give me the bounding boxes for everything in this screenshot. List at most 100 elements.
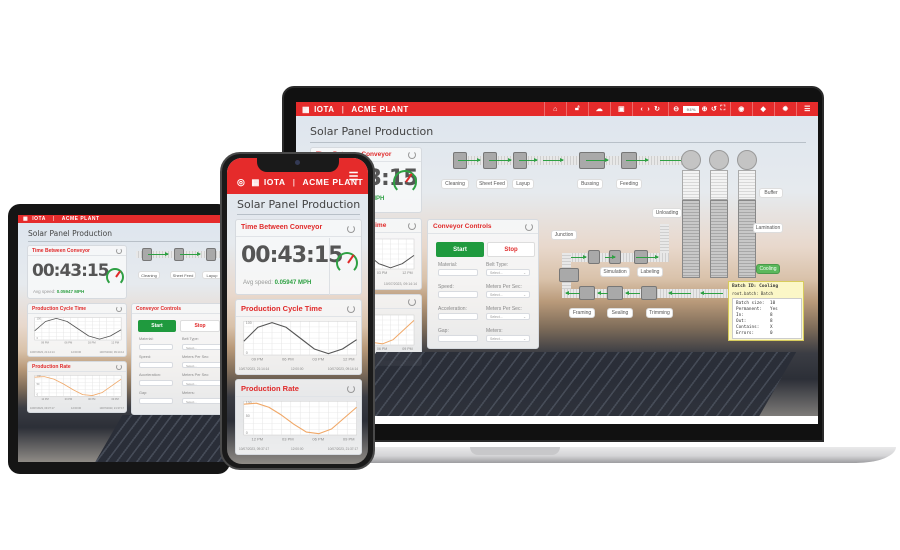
- x-tick-label: 06 PM: [65, 341, 74, 345]
- sealing-machine[interactable]: [607, 286, 623, 300]
- stop-button[interactable]: Stop: [180, 320, 220, 332]
- refresh-icon[interactable]: [408, 298, 416, 306]
- chart-svg: 05010012 PM03 PM06 PM09 PM: [34, 375, 122, 401]
- undo-icon[interactable]: ↺: [711, 105, 717, 113]
- station-label-junction: Junction: [551, 230, 577, 240]
- y-tick-label: 0: [246, 431, 248, 435]
- x-tick-label: 09 PM: [402, 347, 412, 351]
- x-tick-label: 03 PM: [312, 356, 324, 361]
- refresh-icon[interactable]: [347, 225, 355, 233]
- forward-icon[interactable]: ›: [647, 106, 650, 113]
- x-tick-label: 12 PM: [251, 436, 263, 441]
- cycle-chart: 010009 PM06 PM03 PM12 PM: [31, 316, 123, 346]
- x-tick-label: 03 PM: [282, 436, 294, 441]
- station-label-cleaning: Cleaning: [441, 179, 469, 189]
- lamination-tower[interactable]: [682, 200, 700, 278]
- home-icon[interactable]: ⌂: [544, 102, 566, 116]
- x-tick-label: 09 PM: [343, 436, 355, 441]
- material-input[interactable]: [438, 269, 478, 276]
- junction-machine[interactable]: [588, 250, 600, 264]
- gem-icon[interactable]: ◆: [752, 102, 774, 116]
- trimming-machine[interactable]: [641, 286, 657, 300]
- speed-unit-select[interactable]: Select... ⌄: [486, 291, 530, 298]
- roller: [737, 150, 757, 170]
- reload-icon[interactable]: ↻: [654, 105, 660, 113]
- back-icon[interactable]: ‹: [640, 106, 643, 113]
- conveyor-controls-card: Conveyor Controls Start Stop Material: B…: [131, 303, 224, 415]
- menu-icon[interactable]: ☰: [796, 102, 818, 116]
- belt-type-select[interactable]: Select... ⌄: [486, 269, 530, 276]
- acceleration-unit-select[interactable]: Select...: [182, 380, 222, 386]
- belt-type-select[interactable]: Select...: [182, 344, 222, 350]
- layers-icon[interactable]: ◉: [730, 102, 752, 116]
- batch-tooltip: Batch ID: Cooling root.batch: Batch Batc…: [728, 281, 804, 341]
- gap-unit-select[interactable]: Select... ⌄: [486, 335, 530, 342]
- refresh-icon[interactable]: [408, 222, 416, 230]
- lamination-tower[interactable]: [710, 200, 728, 278]
- start-button[interactable]: Start: [138, 320, 176, 332]
- start-button[interactable]: Start: [436, 242, 484, 257]
- station-label-sheet-feed: Sheet Feed: [170, 271, 196, 279]
- y-tick-label: 100: [37, 317, 42, 320]
- gap-unit-select[interactable]: Select...: [182, 398, 222, 404]
- station-label-sealing: Sealing: [607, 308, 633, 318]
- speed-unit-select[interactable]: Select...: [182, 362, 222, 368]
- refresh-icon[interactable]: [347, 385, 355, 393]
- x-tick-label: 06 PM: [377, 347, 387, 351]
- acceleration-input[interactable]: [438, 313, 478, 320]
- gap-input[interactable]: [139, 398, 173, 404]
- save-icon[interactable]: ▣: [610, 102, 632, 116]
- x-tick-label: 12 PM: [111, 341, 120, 345]
- speed-input[interactable]: [438, 291, 478, 298]
- y-tick-label: 100: [246, 321, 252, 325]
- station-label-cleaning: Cleaning: [138, 271, 160, 279]
- user-icon[interactable]: ◎: [237, 177, 245, 188]
- material-input[interactable]: [139, 344, 173, 350]
- stop-button[interactable]: Stop: [487, 242, 535, 257]
- acceleration-input[interactable]: [139, 380, 173, 386]
- settings-icon[interactable]: ✹: [774, 102, 796, 116]
- refresh-icon[interactable]: [408, 151, 416, 159]
- iota-logo-icon: ▦: [302, 104, 311, 114]
- menu-icon[interactable]: ☰: [349, 170, 359, 183]
- lamination-tower[interactable]: [738, 200, 756, 278]
- x-tick-label: 12 PM: [41, 398, 48, 401]
- toolbar: ⌂ 🔓︎ ☁ ▣ ‹ › ↻ ⊖ 93% ⊕ ↺ ⛶ ◉ ◆ ✹ ☰: [544, 102, 818, 116]
- page-title: Solar Panel Production: [237, 198, 361, 211]
- zoom-out-icon[interactable]: ⊖: [673, 105, 679, 113]
- cloud-icon[interactable]: ☁: [588, 102, 610, 116]
- station-label-layup: Layup: [512, 179, 534, 189]
- refresh-icon[interactable]: [347, 305, 355, 313]
- framing-machine[interactable]: [579, 286, 595, 300]
- rate-chart: 05010012 PM03 PM06 PM09 PM: [239, 399, 359, 444]
- station-label-trimming: Trimming: [646, 308, 673, 318]
- refresh-icon[interactable]: [116, 306, 122, 312]
- page-title: Solar Panel Production: [28, 229, 113, 238]
- station-label-cooling[interactable]: Cooling: [756, 264, 780, 274]
- refresh-icon[interactable]: [116, 248, 122, 254]
- refresh-icon[interactable]: [116, 364, 122, 370]
- layup-machine[interactable]: [206, 248, 216, 261]
- speed-input[interactable]: [139, 362, 173, 368]
- x-tick-label: 12 PM: [402, 271, 412, 275]
- x-tick-label: 06 PM: [312, 436, 324, 441]
- conveyor-controls-card: Conveyor Controls Start Stop Material: B…: [427, 219, 539, 349]
- station-label-layup: Layup: [202, 271, 222, 279]
- x-tick-label: 06 PM: [282, 356, 294, 361]
- fullscreen-icon[interactable]: ⛶: [720, 105, 725, 113]
- zoom-input[interactable]: 93%: [682, 105, 699, 113]
- station-label-bussing: Bussing: [577, 179, 603, 189]
- junction-machine[interactable]: [559, 268, 579, 282]
- acceleration-unit-select[interactable]: Select... ⌄: [486, 313, 530, 320]
- refresh-icon[interactable]: [525, 223, 533, 231]
- chart-svg: 05010012 PM03 PM06 PM09 PM: [243, 401, 357, 441]
- y-tick-label: 0: [246, 351, 248, 355]
- x-tick-label: 09 PM: [41, 341, 50, 345]
- x-tick-label: 03 PM: [377, 271, 387, 275]
- zoom-in-icon[interactable]: ⊕: [702, 105, 708, 113]
- station-label-framing: Framing: [569, 308, 595, 318]
- gap-input[interactable]: [438, 335, 478, 342]
- unlock-icon[interactable]: 🔓︎: [566, 102, 588, 116]
- speed-gauge: [106, 268, 124, 286]
- roller: [709, 150, 729, 170]
